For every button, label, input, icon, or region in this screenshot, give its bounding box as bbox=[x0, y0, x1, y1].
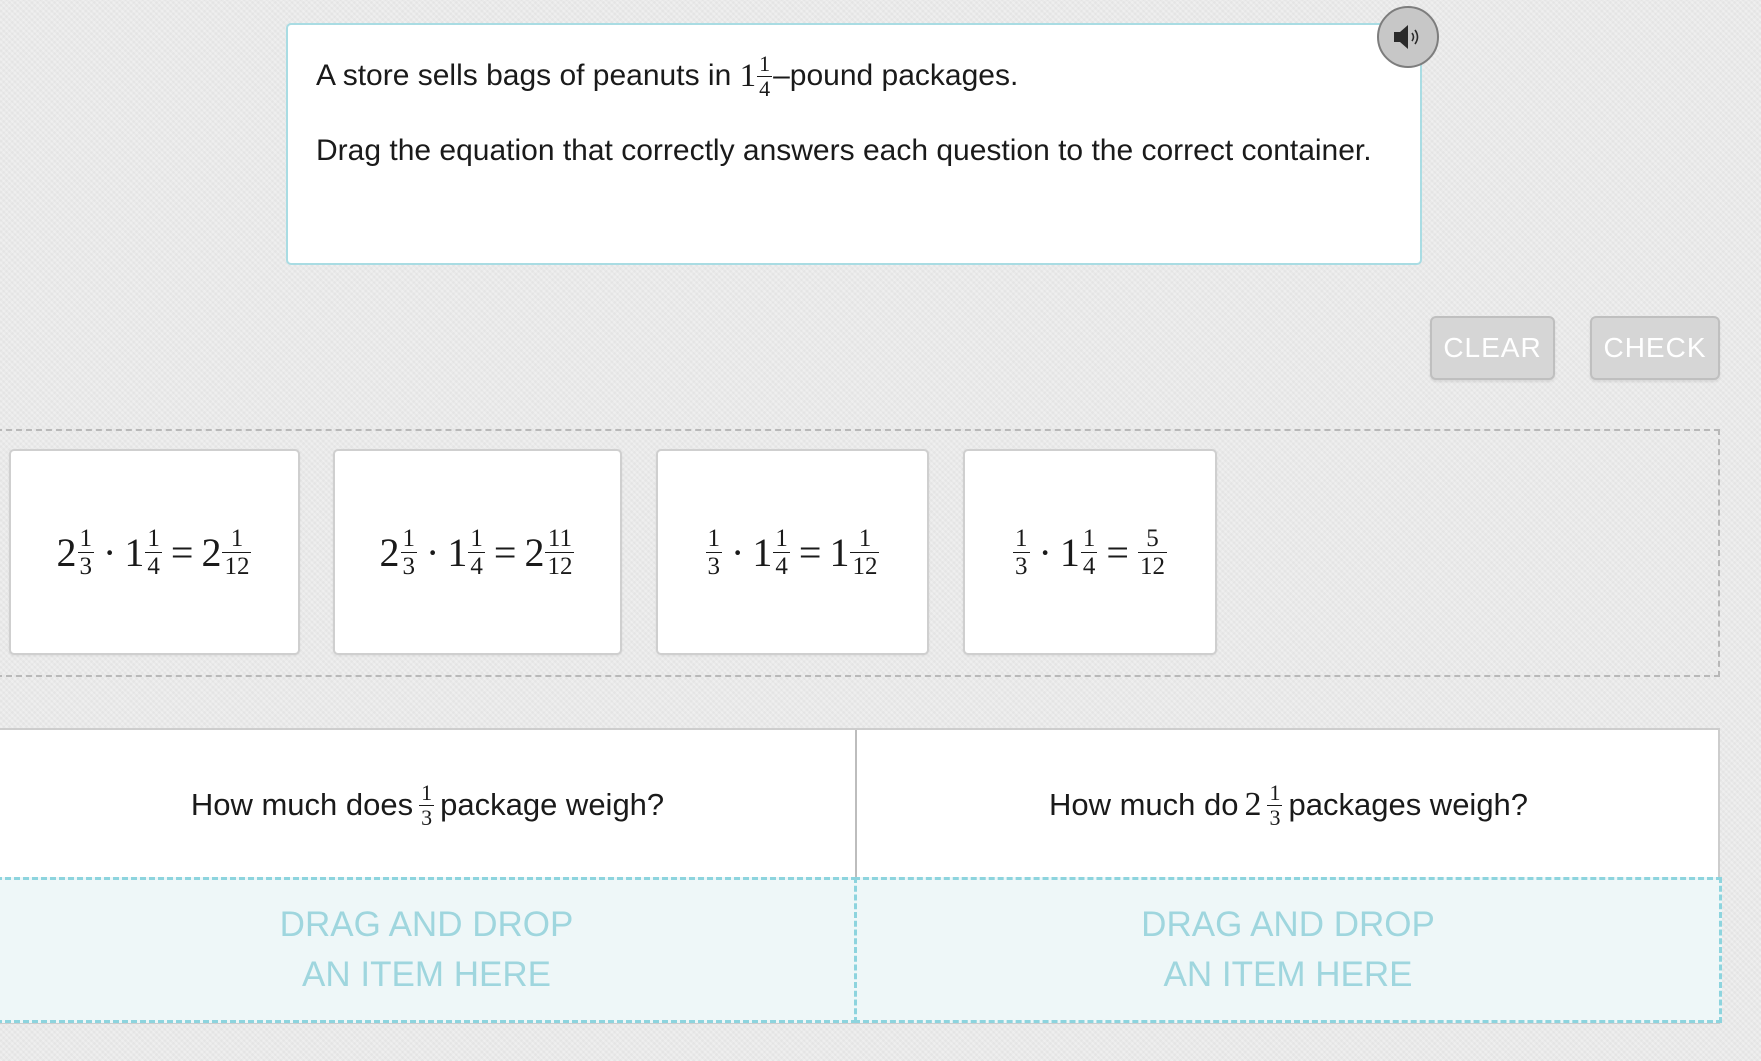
prompt-numerator: 1 bbox=[759, 50, 771, 76]
dot-operator: · bbox=[426, 529, 440, 575]
denominator: 12 bbox=[1137, 551, 1167, 580]
denominator: 4 bbox=[1080, 551, 1098, 580]
fraction: 14 bbox=[468, 526, 485, 579]
numerator: 1 bbox=[402, 524, 416, 552]
equation-tile[interactable]: 2 1 3 · 1 1 4 = 2 11 12 bbox=[333, 449, 622, 655]
fraction: 5 12 bbox=[1137, 524, 1167, 580]
equation-tile[interactable]: 1 3 · 1 1 4 = 5 12 bbox=[963, 449, 1217, 655]
numerator: 1 bbox=[470, 524, 483, 552]
denominator: 12 bbox=[545, 551, 575, 580]
denominator: 12 bbox=[850, 551, 880, 580]
denominator: 3 bbox=[77, 551, 95, 580]
question-fraction: 13 bbox=[1267, 779, 1283, 830]
question-whole: 2 bbox=[1244, 786, 1262, 823]
whole: 1 bbox=[752, 529, 773, 575]
denominator: 3 bbox=[1013, 551, 1030, 580]
numerator: 1 bbox=[1269, 779, 1281, 805]
equals-sign: = bbox=[1106, 529, 1129, 575]
numerator: 1 bbox=[858, 524, 872, 552]
whole: 2 bbox=[201, 529, 222, 575]
fraction: 14 bbox=[145, 526, 162, 579]
numerator: 1 bbox=[707, 524, 721, 552]
numerator: 1 bbox=[147, 524, 160, 552]
drop-zone-1[interactable]: DRAG AND DROP AN ITEM HERE bbox=[0, 877, 857, 1023]
question-text-before: How much do bbox=[1048, 787, 1239, 822]
speaker-icon bbox=[1394, 25, 1419, 49]
denominator: 3 bbox=[705, 551, 723, 580]
drop-label-line-1: DRAG AND DROP bbox=[1141, 905, 1435, 944]
prompt-card: A store sells bags of peanuts in 1 1 4 –pou… bbox=[286, 23, 1422, 265]
fraction: 14 bbox=[1080, 524, 1098, 580]
whole: 1 bbox=[447, 529, 468, 575]
numerator: 1 bbox=[1082, 524, 1096, 552]
drop-label-line-2: AN ITEM HERE bbox=[1163, 955, 1413, 994]
numerator: 1 bbox=[1015, 524, 1028, 552]
equation-tile[interactable]: 1 3 · 1 1 4 = 1 1 12 bbox=[656, 449, 929, 655]
dot-operator: · bbox=[103, 529, 117, 575]
whole: 2 bbox=[379, 529, 400, 575]
numerator: 5 bbox=[1146, 524, 1159, 552]
prompt-fraction: 14 bbox=[757, 50, 773, 101]
question-text-after: package weigh? bbox=[440, 787, 665, 822]
question-2: How much do 2 1 3 packages weigh? bbox=[857, 730, 1720, 880]
whole: 1 bbox=[124, 529, 145, 575]
prompt-text-before: A store sells bags of peanuts in bbox=[316, 59, 732, 92]
denominator: 4 bbox=[468, 551, 485, 580]
equals-sign: = bbox=[493, 529, 517, 575]
whole: 2 bbox=[524, 529, 545, 575]
drop-label-line-1: DRAG AND DROP bbox=[279, 905, 574, 944]
question-text-before: How much does bbox=[190, 787, 414, 822]
numerator: 11 bbox=[547, 524, 572, 552]
numerator: 1 bbox=[79, 524, 93, 552]
fraction: 11 12 bbox=[545, 524, 575, 580]
fraction: 13 bbox=[400, 524, 418, 580]
whole: 1 bbox=[1059, 529, 1080, 575]
fraction: 13 bbox=[77, 524, 95, 580]
fraction: 14 bbox=[773, 526, 790, 579]
question-text-after: packages weigh? bbox=[1288, 787, 1529, 822]
equation-tile[interactable]: 2 1 3 · 1 1 4 = 2 1 12 bbox=[9, 449, 300, 655]
numerator: 1 bbox=[421, 779, 433, 805]
prompt-line-1: A store sells bags of peanuts in 1 1 4 –pou… bbox=[316, 43, 1392, 109]
dot-operator: · bbox=[1038, 529, 1052, 575]
prompt-denominator: 4 bbox=[757, 75, 773, 101]
numerator: 1 bbox=[775, 524, 788, 552]
denominator: 3 bbox=[419, 804, 435, 830]
denominator: 3 bbox=[1267, 804, 1283, 830]
clear-button[interactable]: CLEAR bbox=[1430, 316, 1555, 380]
equals-sign: = bbox=[170, 529, 194, 575]
whole: 1 bbox=[829, 529, 850, 575]
denominator: 3 bbox=[400, 551, 418, 580]
numerator: 1 bbox=[230, 524, 244, 552]
prompt-whole: 1 bbox=[739, 57, 757, 94]
question-1: How much does 1 3 package weigh? bbox=[0, 730, 855, 880]
prompt-line-2: Drag the equation that correctly answers… bbox=[316, 134, 1372, 167]
prompt-text-after: –pound packages. bbox=[773, 59, 1019, 92]
drop-zone-2[interactable]: DRAG AND DROP AN ITEM HERE bbox=[854, 877, 1722, 1023]
denominator: 12 bbox=[222, 551, 252, 580]
dot-operator: · bbox=[731, 529, 745, 575]
fraction: 13 bbox=[1013, 526, 1030, 579]
check-button[interactable]: CHECK bbox=[1590, 316, 1720, 380]
audio-button[interactable] bbox=[1377, 6, 1439, 68]
fraction: 1 12 bbox=[850, 524, 880, 580]
denominator: 4 bbox=[145, 551, 162, 580]
fraction: 1 12 bbox=[222, 524, 252, 580]
drop-label-line-2: AN ITEM HERE bbox=[302, 955, 551, 994]
fraction: 13 bbox=[705, 524, 723, 580]
question-fraction: 13 bbox=[419, 779, 435, 830]
whole: 2 bbox=[56, 529, 77, 575]
denominator: 4 bbox=[773, 551, 790, 580]
equals-sign: = bbox=[798, 529, 822, 575]
